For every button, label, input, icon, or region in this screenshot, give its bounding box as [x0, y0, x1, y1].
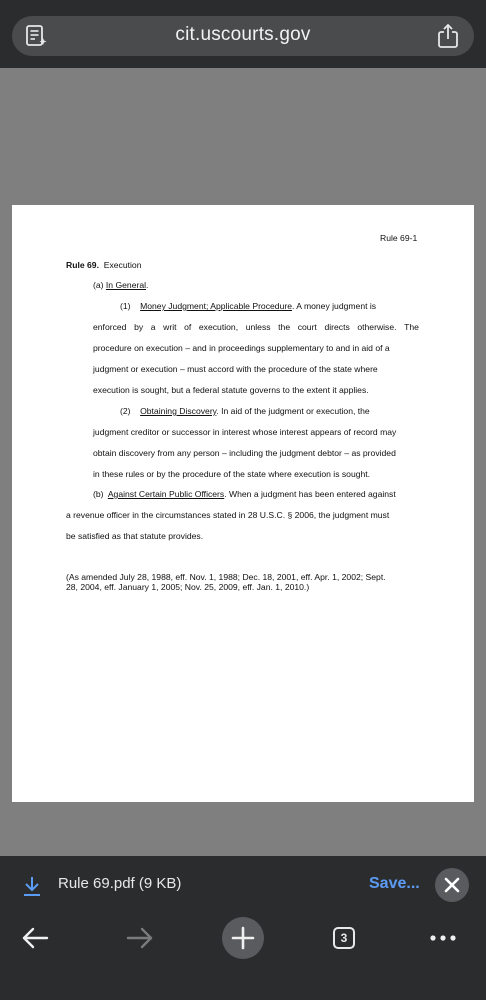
p2-line2: judgment creditor or successor in intere… [93, 427, 397, 437]
bottom-toolbar: 3 [0, 914, 486, 1000]
p1-line1-tail: . A money judgment is [292, 301, 377, 311]
p1-line5: execution is sought, but a federal statu… [93, 385, 369, 395]
p1-line2-word: directs [324, 322, 350, 332]
p2-line4: in these rules or by the procedure of th… [93, 469, 371, 479]
b-line1: (b) Against Certain Public Officers. Whe… [93, 489, 396, 499]
back-arrow-icon[interactable] [21, 926, 49, 950]
p1-line2-word: court [297, 322, 317, 332]
p2-line1-tail: . In aid of the judgment or execution, t… [216, 406, 370, 416]
p1-line2-word: otherwise. [357, 322, 397, 332]
p1-line2-word: of [184, 322, 192, 332]
close-download-button[interactable] [435, 868, 469, 902]
more-icon[interactable] [429, 934, 457, 942]
p1-line1: (1) Money Judgment; Applicable Procedure… [120, 301, 419, 311]
p1-num: (1) [120, 301, 131, 311]
new-tab-button[interactable] [222, 917, 264, 959]
p1-line2-word: execution, [198, 322, 239, 332]
section-b-prefix: (b) [93, 489, 104, 499]
download-bar: Rule 69.pdf (9 KB) Save... [0, 856, 486, 915]
address-bar[interactable]: cit.uscourts.gov [12, 16, 474, 56]
rule-title: Execution [103, 260, 142, 270]
p2-line1: (2) Obtaining Discovery. In aid of the j… [120, 406, 370, 416]
p1-line2-word: a [150, 322, 156, 332]
tab-switcher-button[interactable]: 3 [333, 927, 355, 949]
forward-arrow-icon[interactable] [126, 926, 154, 950]
pdf-page: Rule 69-1 Rule 69. Execution (a) In Gene… [12, 205, 474, 802]
p1-line2-word: unless [245, 322, 271, 332]
save-button[interactable]: Save... [369, 875, 420, 893]
p2-title: Obtaining Discovery [140, 406, 217, 416]
section-b-title: Against Certain Public Officers [107, 489, 225, 499]
b-line3: be satisfied as that statute provides. [66, 531, 204, 541]
url-text[interactable]: cit.uscourts.gov [12, 24, 474, 46]
p1-line2-word: the [278, 322, 291, 332]
p1-title: Money Judgment; Applicable Procedure [140, 301, 292, 311]
p1-line2-word: enforced [93, 322, 127, 332]
rule-label: Rule 69. [66, 260, 99, 270]
top-bar: cit.uscourts.gov [0, 0, 486, 68]
p1-line3: procedure on execution – and in proceedi… [93, 343, 390, 353]
section-a-prefix: (a) [93, 280, 104, 290]
p1-line2-word: by [134, 322, 144, 332]
b-line2: a revenue officer in the circumstances s… [66, 510, 390, 520]
section-a-title: In General [105, 280, 147, 290]
p2-line3: obtain discovery from any person – inclu… [93, 448, 396, 458]
close-icon [444, 877, 460, 893]
p1-line2-word: writ [163, 322, 177, 332]
section-a-heading: (a) In General. [93, 280, 149, 290]
page-header: Rule 69-1 [380, 233, 418, 243]
p1-line2: enforced by a writ of execution, unless the cour… [93, 322, 419, 332]
amendment-line2: 28, 2004, eff. January 1, 2005; Nov. 25,… [66, 582, 310, 592]
rule-heading: Rule 69. Execution [66, 260, 142, 270]
b-line1-tail: . When a judgment has been entered again… [224, 489, 396, 499]
download-file-label: Rule 69.pdf (9 KB) [58, 875, 182, 892]
p2-num: (2) [120, 406, 131, 416]
plus-icon [231, 926, 255, 950]
amendment-line1: (As amended July 28, 1988, eff. Nov. 1, … [66, 572, 386, 582]
p1-line4: judgment or execution – must accord with… [93, 364, 378, 374]
share-icon[interactable] [436, 23, 460, 49]
p1-line2-word: The [404, 322, 419, 332]
download-arrow-icon [24, 877, 40, 896]
